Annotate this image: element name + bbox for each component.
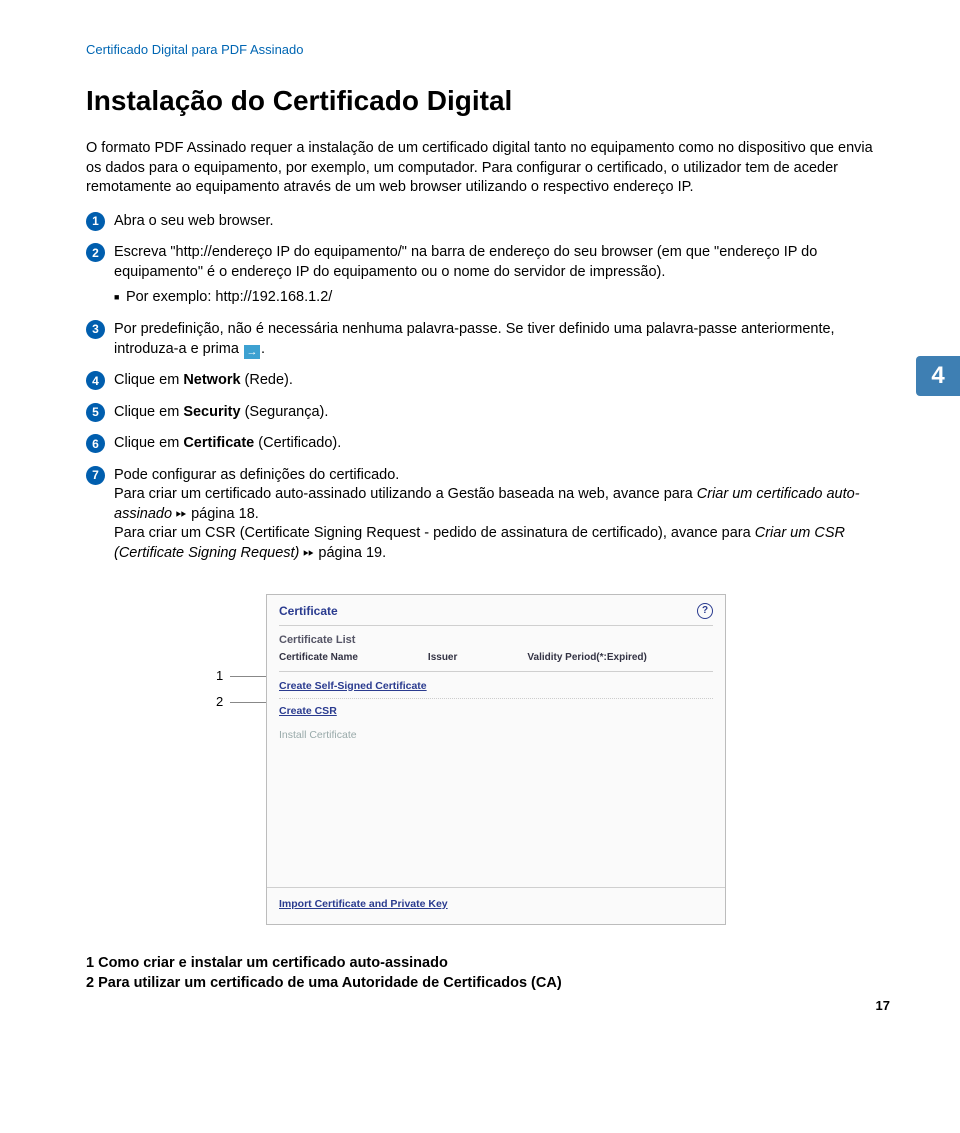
step-1: 1 Abra o seu web browser. [86,212,890,232]
step-5-text-c: (Segurança). [241,404,329,420]
step-6-text-c: (Certificado). [254,435,341,451]
step-5-text-a: Clique em [114,404,183,420]
step-7-line-g: página 19. [314,545,386,561]
step-5-bold: Security [183,404,240,420]
step-2-example: Por exemplo: http://192.168.1.2/ [114,288,890,308]
callout-2: 2 [216,694,223,709]
chevron-icon [299,545,314,561]
step-number-3: 3 [86,320,105,339]
step-number-4: 4 [86,371,105,390]
step-2: 2 Escreva "http://endereço IP do equipam… [86,243,890,308]
step-7-line-d: página 18. [187,506,259,522]
breadcrumb: Certificado Digital para PDF Assinado [86,42,890,57]
step-3-text-a: Por predefinição, não é necessária nenhu… [114,321,835,357]
step-2-text: Escreva "http://endereço IP do equipamen… [114,244,817,280]
intro-paragraph: O formato PDF Assinado requer a instalaç… [86,139,890,198]
step-4-text-c: (Rede). [241,372,293,388]
legend-1: 1 Como criar e instalar um certificado a… [86,955,890,971]
legend-2: 2 Para utilizar um certificado de uma Au… [86,975,890,991]
help-icon[interactable]: ? [697,603,713,619]
chevron-icon [172,506,187,522]
panel-title: Certificate [279,604,338,618]
panel-col-name: Certificate Name [279,652,358,663]
step-6-bold: Certificate [183,435,254,451]
panel-col-issuer: Issuer [428,652,457,663]
step-number-1: 1 [86,212,105,231]
step-3: 3 Por predefinição, não é necessária nen… [86,320,890,359]
install-certificate-link: Install Certificate [267,723,725,747]
step-6: 6 Clique em Certificate (Certificado). [86,434,890,454]
step-5: 5 Clique em Security (Segurança). [86,403,890,423]
import-cert-link[interactable]: Import Certificate and Private Key [279,898,713,910]
figure-legend: 1 Como criar e instalar um certificado a… [86,955,890,991]
page-title: Instalação do Certificado Digital [86,85,890,117]
certificate-panel: Certificate ? Certificate List Certifica… [266,594,726,925]
create-csr-link[interactable]: Create CSR [267,699,725,723]
panel-col-validity: Validity Period(*:Expired) [527,652,646,663]
step-4-text-a: Clique em [114,372,183,388]
step-7-line-b: Para criar um certificado auto-assinado … [114,486,697,502]
callout-1: 1 [216,668,223,683]
page-number: 17 [876,998,890,1013]
step-7-line-e: Para criar um CSR (Certificate Signing R… [114,525,755,541]
step-4-bold: Network [183,372,240,388]
callout-column: 1 2 [86,594,266,666]
step-number-6: 6 [86,434,105,453]
step-number-2: 2 [86,243,105,262]
step-4: 4 Clique em Network (Rede). [86,371,890,391]
step-6-text-a: Clique em [114,435,183,451]
step-7-line-a: Pode configurar as definições do certifi… [114,467,399,483]
step-list: 1 Abra o seu web browser. 2 Escreva "htt… [86,212,890,564]
certificate-panel-figure: 1 2 Certificate ? Certificate List Certi… [86,594,890,925]
panel-columns: Certificate Name Issuer Validity Period(… [267,648,725,669]
panel-list-title: Certificate List [267,628,725,648]
step-3-text-b: . [261,341,265,357]
step-number-7: 7 [86,466,105,485]
step-number-5: 5 [86,403,105,422]
arrow-icon [244,345,260,359]
create-self-signed-link[interactable]: Create Self-Signed Certificate [267,674,725,698]
step-7: 7 Pode configurar as definições do certi… [86,466,890,564]
step-1-text: Abra o seu web browser. [114,213,274,229]
chapter-tab: 4 [916,356,960,396]
